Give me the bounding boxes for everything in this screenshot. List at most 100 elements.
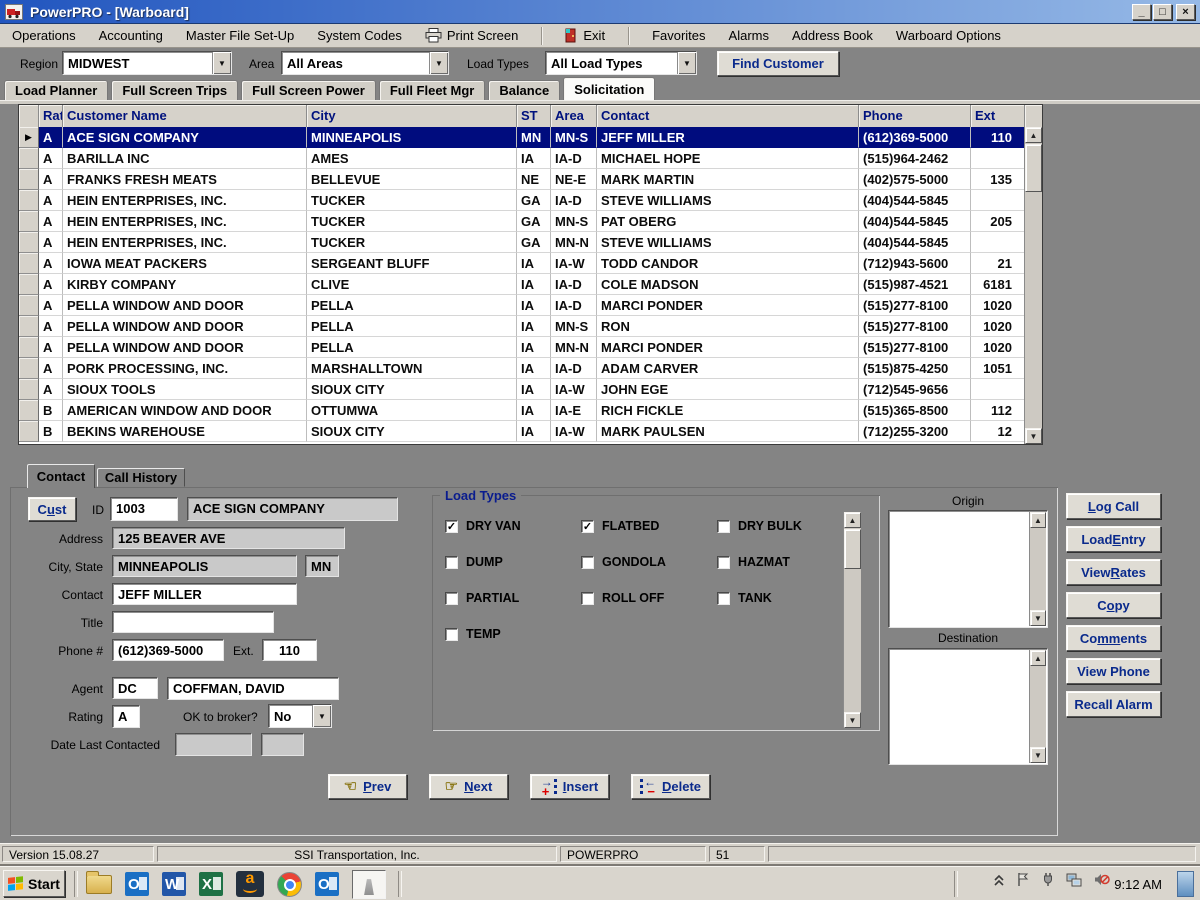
power-plug-icon[interactable]	[1041, 872, 1055, 887]
file-explorer-icon[interactable]	[86, 875, 112, 894]
load-type-roll-off[interactable]: ROLL OFF	[581, 591, 717, 605]
insert-button[interactable]: Insert	[530, 774, 609, 799]
checkbox-unchecked-icon[interactable]	[445, 628, 458, 641]
row-selector-cell[interactable]	[19, 421, 39, 442]
scroll-down-icon[interactable]: ▼	[1030, 610, 1046, 626]
menu-accounting[interactable]: Accounting	[99, 28, 163, 43]
scroll-up-icon[interactable]: ▲	[1030, 650, 1046, 666]
copy-button[interactable]: Copy	[1066, 592, 1161, 618]
table-row[interactable]: BAMERICAN WINDOW AND DOOROTTUMWAIAIA-ERI…	[19, 400, 1025, 421]
amazon-icon[interactable]: a	[236, 871, 264, 897]
origin-scrollbar[interactable]: ▲ ▼	[1029, 512, 1046, 626]
area-dropdown[interactable]: All Areas ▼	[281, 51, 449, 75]
row-selector-cell[interactable]	[19, 316, 39, 337]
chevron-down-icon[interactable]: ▼	[212, 52, 231, 74]
scroll-down-icon[interactable]: ▼	[844, 712, 861, 728]
row-selector-cell[interactable]	[19, 295, 39, 316]
address-field[interactable]: 125 BEAVER AVE	[112, 527, 345, 549]
load-types-dropdown[interactable]: All Load Types ▼	[545, 51, 697, 75]
volume-muted-icon[interactable]	[1093, 872, 1110, 887]
region-dropdown[interactable]: MIDWEST ▼	[62, 51, 232, 75]
load-type-dump[interactable]: DUMP	[445, 555, 581, 569]
scroll-down-icon[interactable]: ▼	[1030, 747, 1046, 763]
load-type-partial[interactable]: PARTIAL	[445, 591, 581, 605]
comments-button[interactable]: Comments	[1066, 625, 1161, 651]
menu-operations[interactable]: Operations	[12, 28, 76, 43]
table-row[interactable]: APELLA WINDOW AND DOORPELLAIAMN-SRON(515…	[19, 316, 1025, 337]
table-scrollbar[interactable]: ▲ ▼	[1024, 127, 1042, 444]
load-type-dry-van[interactable]: ✓DRY VAN	[445, 519, 581, 533]
customer-name-field[interactable]: ACE SIGN COMPANY	[187, 497, 398, 521]
row-selector-cell[interactable]	[19, 274, 39, 295]
table-row[interactable]: APELLA WINDOW AND DOORPELLAIAMN-NMARCI P…	[19, 337, 1025, 358]
minimize-button[interactable]: _	[1132, 4, 1151, 20]
row-selector-cell[interactable]	[19, 169, 39, 190]
row-selector-cell[interactable]: ▶	[19, 127, 39, 148]
menu-master-file-set-up[interactable]: Master File Set-Up	[186, 28, 294, 43]
scrollbar-thumb[interactable]	[844, 529, 861, 569]
date-last-contacted-field[interactable]	[175, 733, 252, 756]
column-header-ext[interactable]: Ext	[971, 105, 1025, 127]
column-header-customer-name[interactable]: Customer Name	[63, 105, 307, 127]
city-field[interactable]: MINNEAPOLIS	[112, 555, 297, 577]
maximize-button[interactable]: □	[1153, 4, 1172, 20]
menu-address-book[interactable]: Address Book	[792, 28, 873, 43]
scroll-up-icon[interactable]: ▲	[1025, 127, 1042, 143]
chevron-down-icon[interactable]: ▼	[312, 705, 331, 727]
contact-field[interactable]: JEFF MILLER	[112, 583, 297, 605]
menu-warboard-options[interactable]: Warboard Options	[896, 28, 1001, 43]
cust-button[interactable]: Cust	[28, 497, 76, 521]
checkbox-unchecked-icon[interactable]	[445, 592, 458, 605]
flag-icon[interactable]	[1016, 872, 1030, 887]
outlook2-icon[interactable]: O	[315, 872, 339, 896]
table-row[interactable]: AFRANKS FRESH MEATSBELLEVUENENE-EMARK MA…	[19, 169, 1025, 190]
checkbox-unchecked-icon[interactable]	[581, 592, 594, 605]
tab-full-screen-trips[interactable]: Full Screen Trips	[111, 80, 238, 100]
prev-button[interactable]: ☜Prev	[328, 774, 407, 799]
checkbox-unchecked-icon[interactable]	[581, 556, 594, 569]
load-type-temp[interactable]: TEMP	[445, 627, 581, 641]
destination-scrollbar[interactable]: ▲ ▼	[1029, 650, 1046, 763]
chevron-down-icon[interactable]: ▼	[677, 52, 696, 74]
column-header-rate[interactable]: Rate	[39, 105, 63, 127]
tab-load-planner[interactable]: Load Planner	[4, 80, 108, 100]
scroll-up-icon[interactable]: ▲	[1030, 512, 1046, 528]
outlook-icon[interactable]: O	[125, 872, 149, 896]
delete-button[interactable]: Delete	[631, 774, 710, 799]
load-type-dry-bulk[interactable]: DRY BULK	[717, 519, 837, 533]
word-icon[interactable]: W	[162, 872, 186, 896]
tab-contact[interactable]: Contact	[27, 464, 95, 488]
column-header-phone[interactable]: Phone	[859, 105, 971, 127]
tab-solicitation[interactable]: Solicitation	[563, 77, 655, 100]
chevron-down-icon[interactable]: ▼	[429, 52, 448, 74]
menu-print-screen[interactable]: Print Screen	[425, 28, 519, 43]
table-row[interactable]: APELLA WINDOW AND DOORPELLAIAIA-DMARCI P…	[19, 295, 1025, 316]
log-call-button[interactable]: Log Call	[1066, 493, 1161, 519]
date-last-contacted-time-field[interactable]	[261, 733, 304, 756]
table-row[interactable]: ABARILLA INCAMESIAIA-DMICHAEL HOPE(515)9…	[19, 148, 1025, 169]
state-field[interactable]: MN	[305, 555, 339, 577]
load-entry-button[interactable]: Load Entry	[1066, 526, 1161, 552]
start-button[interactable]: Start	[3, 870, 65, 897]
find-customer-button[interactable]: Find Customer	[717, 51, 839, 76]
collapse-chevron-icon[interactable]	[993, 873, 1005, 887]
column-header-city[interactable]: City	[307, 105, 517, 127]
id-field[interactable]: 1003	[110, 497, 178, 521]
row-selector-cell[interactable]	[19, 232, 39, 253]
table-row[interactable]: ▶AACE SIGN COMPANYMINNEAPOLISMNMN-SJEFF …	[19, 127, 1025, 148]
row-selector-cell[interactable]	[19, 253, 39, 274]
scrollbar-thumb[interactable]	[1025, 144, 1042, 192]
table-row[interactable]: AHEIN ENTERPRISES, INC.TUCKERGAIA-DSTEVE…	[19, 190, 1025, 211]
scroll-up-icon[interactable]: ▲	[844, 512, 861, 528]
menu-exit[interactable]: Exit	[565, 28, 605, 43]
table-row[interactable]: ASIOUX TOOLSSIOUX CITYIAIA-WJOHN EGE(712…	[19, 379, 1025, 400]
column-header-area[interactable]: Area	[551, 105, 597, 127]
tab-full-screen-power[interactable]: Full Screen Power	[241, 80, 376, 100]
column-header-contact[interactable]: Contact	[597, 105, 859, 127]
origin-listbox[interactable]: ▲ ▼	[888, 510, 1048, 628]
table-row[interactable]: APORK PROCESSING, INC.MARSHALLTOWNIAIA-D…	[19, 358, 1025, 379]
network-icon[interactable]	[1066, 873, 1082, 887]
active-app-slot[interactable]	[352, 870, 386, 899]
load-type-gondola[interactable]: GONDOLA	[581, 555, 717, 569]
chrome-icon[interactable]	[277, 872, 302, 897]
